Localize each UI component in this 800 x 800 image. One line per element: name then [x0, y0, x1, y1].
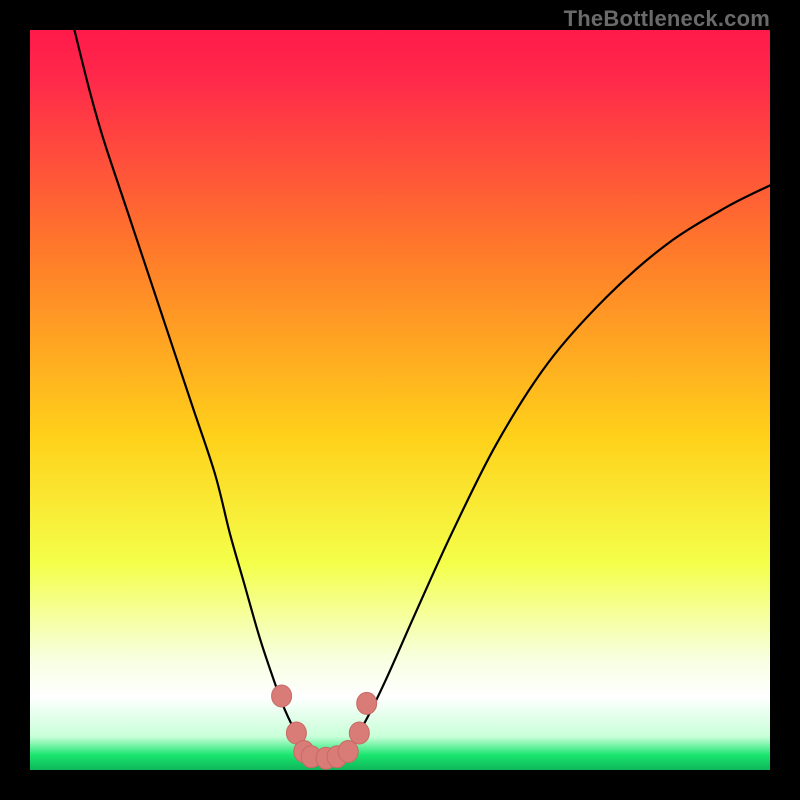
marker-dot — [357, 692, 377, 714]
left-curve — [74, 30, 307, 748]
watermark-text: TheBottleneck.com — [564, 6, 770, 32]
right-curve — [348, 185, 770, 747]
chart-curves — [30, 30, 770, 770]
marker-dot — [272, 685, 292, 707]
marker-dot — [349, 722, 369, 744]
chart-area — [30, 30, 770, 770]
bottleneck-markers — [272, 685, 377, 769]
marker-dot — [338, 741, 358, 763]
